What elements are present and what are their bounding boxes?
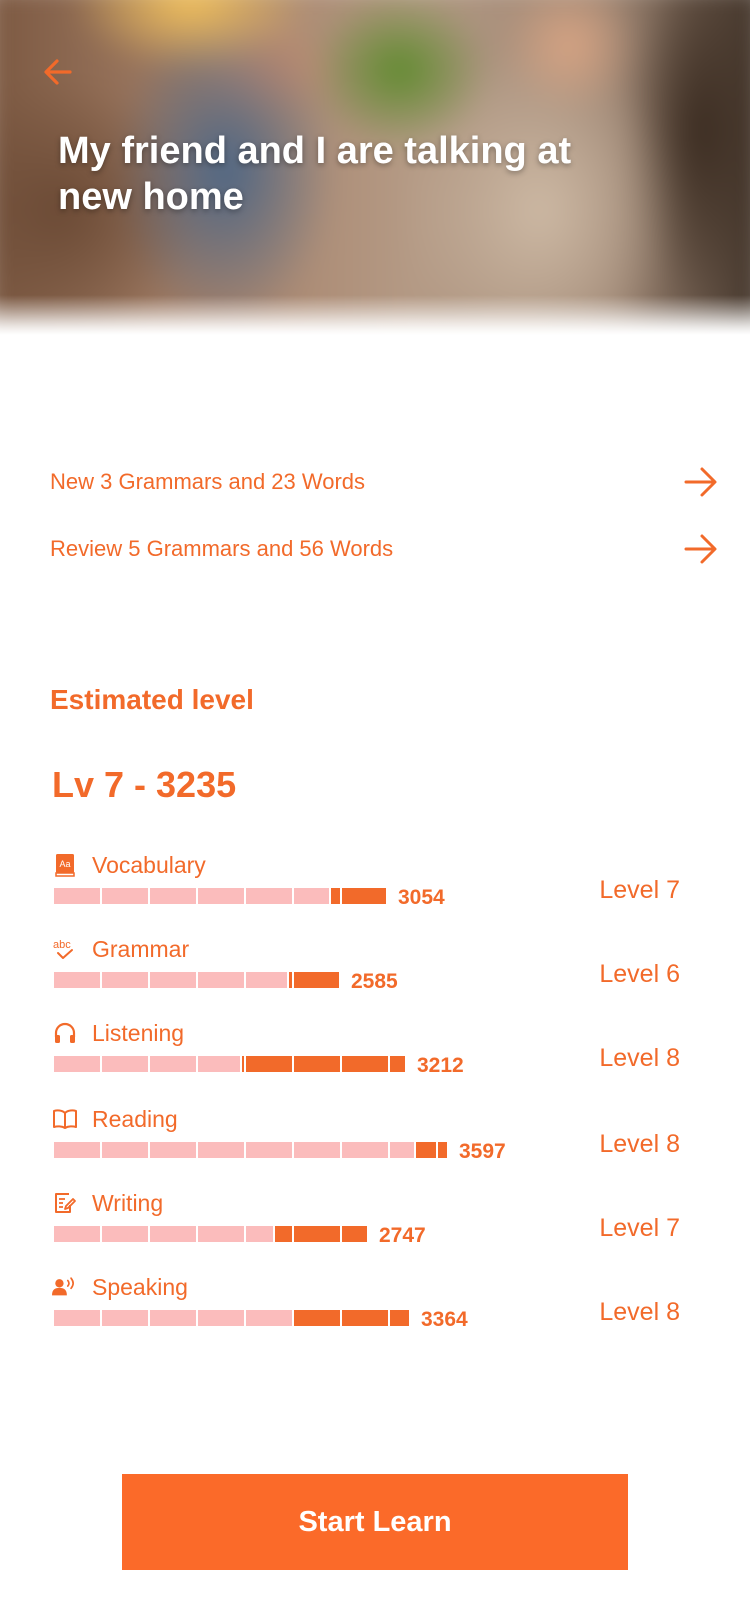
skill-score: 2585 xyxy=(351,970,398,993)
skill-name: Reading xyxy=(92,1105,178,1132)
bar-segment-track xyxy=(54,1226,100,1242)
bar-segment-fill xyxy=(294,1226,340,1242)
bar-segment-fill xyxy=(438,1142,447,1158)
bar-segment-track xyxy=(102,1056,148,1072)
bar-segment-track xyxy=(150,888,196,904)
start-learn-button[interactable]: Start Learn xyxy=(122,1474,628,1570)
bar-segment-track xyxy=(102,888,148,904)
skill-listening: Listening 3212 Level 8 xyxy=(0,1018,750,1098)
edit-note-icon xyxy=(52,1190,78,1216)
estimated-level-heading: Estimated level xyxy=(50,684,254,715)
bar-segment-fill xyxy=(342,888,386,904)
bar-segment-track xyxy=(342,1142,388,1158)
skill-level: Level 7 xyxy=(599,1214,680,1242)
skill-level: Level 8 xyxy=(599,1130,680,1158)
bar-segment-fill xyxy=(275,1226,292,1242)
skill-speaking: Speaking 3364 Level 8 xyxy=(0,1272,750,1352)
bar-segment-track xyxy=(198,1056,240,1072)
bar-segment-track xyxy=(246,1310,292,1326)
bar-segment-track xyxy=(150,1310,196,1326)
bar-segment-track xyxy=(102,1142,148,1158)
new-content-label: New 3 Grammars and 23 Words xyxy=(50,469,366,494)
bar-segment-track xyxy=(246,1142,292,1158)
skill-writing: Writing 2747 Level 7 xyxy=(0,1188,750,1268)
bar-segment-fill xyxy=(390,1310,409,1326)
bar-segment-fill xyxy=(342,1310,388,1326)
bar-segment-fill xyxy=(342,1226,367,1242)
skill-level: Level 8 xyxy=(599,1298,680,1326)
skill-score: 3212 xyxy=(417,1054,464,1077)
bar-segment-fill xyxy=(390,1056,405,1072)
arrow-right-icon xyxy=(684,467,717,497)
bar-segment-fill xyxy=(289,972,292,988)
skill-name: Speaking xyxy=(92,1273,188,1300)
bar-segment-track xyxy=(246,972,287,988)
bar-segment-track xyxy=(246,1226,273,1242)
skill-level: Level 8 xyxy=(599,1044,680,1072)
bar-segment-fill xyxy=(342,1056,388,1072)
arrow-right-icon xyxy=(684,534,717,564)
bar-segment-track xyxy=(102,972,148,988)
bar-segment-track xyxy=(198,888,244,904)
bar-segment-track xyxy=(54,1056,100,1072)
back-button[interactable] xyxy=(38,52,78,92)
bar-segment-fill xyxy=(416,1142,436,1158)
bar-segment-track xyxy=(294,888,329,904)
bar-segment-track xyxy=(390,1142,414,1158)
book-aa-icon: Aa xyxy=(52,852,78,878)
review-content-link[interactable]: Review 5 Grammars and 56 Words xyxy=(50,527,720,571)
bar-segment-track xyxy=(150,972,196,988)
skill-score: 2747 xyxy=(379,1224,426,1247)
lesson-hero: My friend and I are talking at new home xyxy=(0,0,750,335)
bar-segment-track xyxy=(150,1226,196,1242)
bar-segment-track xyxy=(54,888,100,904)
bar-segment-track xyxy=(150,1056,196,1072)
bar-segment-track xyxy=(102,1310,148,1326)
skill-name: Grammar xyxy=(92,935,190,962)
bar-segment-track xyxy=(198,1310,244,1326)
open-book-icon xyxy=(52,1106,78,1132)
bar-segment-track xyxy=(198,1226,244,1242)
bar-segment-track xyxy=(150,1142,196,1158)
bar-segment-track xyxy=(294,1142,340,1158)
skill-grammar: abc Grammar 2585 Level 6 xyxy=(0,934,750,1014)
skill-score: 3054 xyxy=(398,886,445,909)
skill-name: Writing xyxy=(92,1189,164,1216)
bar-segment-track xyxy=(54,1310,100,1326)
speaking-person-icon xyxy=(52,1274,78,1300)
bar-segment-fill xyxy=(331,888,340,904)
review-content-label: Review 5 Grammars and 56 Words xyxy=(50,536,394,561)
bar-segment-fill xyxy=(294,1056,340,1072)
skill-progress-bar xyxy=(54,888,386,904)
bar-segment-track xyxy=(54,1142,100,1158)
skill-reading: Reading 3597 Level 8 xyxy=(0,1104,750,1184)
skill-progress-bar xyxy=(54,1226,367,1242)
bar-segment-track xyxy=(246,888,292,904)
bar-segment-track xyxy=(198,1142,244,1158)
lesson-title: My friend and I are talking at new home xyxy=(58,130,572,218)
svg-text:Aa: Aa xyxy=(59,859,70,869)
skill-progress-bar xyxy=(54,1142,447,1158)
bar-segment-fill xyxy=(294,1310,340,1326)
skill-vocabulary: Aa Vocabulary 3054 Level 7 xyxy=(0,850,750,930)
skill-name: Vocabulary xyxy=(92,851,206,878)
skill-progress-bar xyxy=(54,972,339,988)
skill-score: 3364 xyxy=(421,1308,468,1331)
svg-text:abc: abc xyxy=(53,939,71,951)
abc-check-icon: abc xyxy=(52,936,78,962)
skill-level: Level 6 xyxy=(599,960,680,988)
new-content-link[interactable]: New 3 Grammars and 23 Words xyxy=(50,460,720,504)
skill-name: Listening xyxy=(92,1019,185,1046)
bar-segment-fill xyxy=(246,1056,292,1072)
bar-segment-track xyxy=(102,1226,148,1242)
bar-segment-track xyxy=(198,972,244,988)
headphones-icon xyxy=(52,1020,78,1046)
bar-segment-fill xyxy=(242,1056,244,1072)
skill-score: 3597 xyxy=(459,1140,506,1163)
bar-segment-fill xyxy=(294,972,339,988)
bar-segment-track xyxy=(54,972,100,988)
skill-level: Level 7 xyxy=(599,876,680,904)
overall-level: Lv 7 - 3235 xyxy=(52,764,237,805)
arrow-left-icon xyxy=(44,59,72,85)
